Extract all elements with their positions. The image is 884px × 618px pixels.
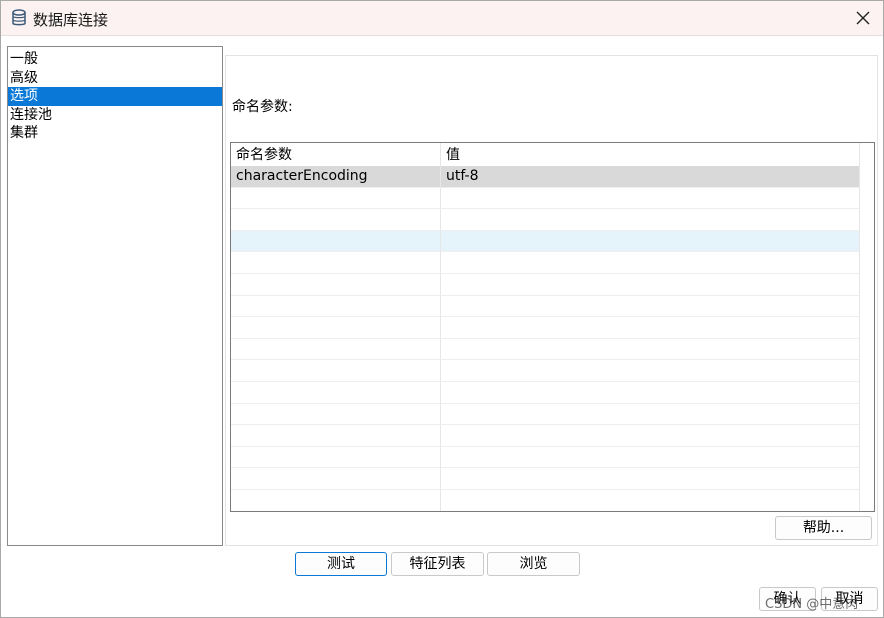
table-row[interactable] xyxy=(231,338,861,361)
column-header-value[interactable]: 值 xyxy=(441,143,861,166)
table-row[interactable] xyxy=(231,187,861,210)
sidebar-item-general[interactable]: 一般 xyxy=(8,50,222,69)
empty-cell[interactable] xyxy=(231,360,441,381)
param-value-cell[interactable]: utf-8 xyxy=(441,166,861,187)
help-button[interactable]: 帮助... xyxy=(775,516,872,540)
database-icon xyxy=(12,9,26,26)
table-row[interactable] xyxy=(231,273,861,296)
empty-cell[interactable] xyxy=(441,425,861,446)
column-header-name[interactable]: 命名参数 xyxy=(231,143,441,166)
empty-cell[interactable] xyxy=(441,447,861,468)
table-row[interactable] xyxy=(231,317,861,339)
empty-cell[interactable] xyxy=(231,468,441,489)
named-parameters-label: 命名参数: xyxy=(232,99,293,115)
empty-cell[interactable] xyxy=(231,252,441,273)
browse-button[interactable]: 浏览 xyxy=(487,552,580,576)
table-row[interactable] xyxy=(231,403,861,426)
empty-cell[interactable] xyxy=(441,360,861,381)
vertical-scrollbar[interactable] xyxy=(859,143,874,511)
table-row[interactable] xyxy=(231,446,861,469)
empty-cell[interactable] xyxy=(231,403,441,425)
table-row[interactable] xyxy=(231,489,861,511)
param-name-cell[interactable]: characterEncoding xyxy=(231,166,441,187)
table-header: 命名参数 值 xyxy=(231,143,861,166)
watermark: CSDN @中意肉 xyxy=(765,597,859,612)
database-connection-dialog: 数据库连接 一般 高级 选项 连接池 集群 命名参数: 命名参数 值 chara… xyxy=(0,0,884,618)
empty-cell[interactable] xyxy=(231,338,441,360)
empty-cell[interactable] xyxy=(441,296,861,317)
empty-cell[interactable] xyxy=(441,339,861,360)
table-row[interactable] xyxy=(231,230,861,253)
category-list: 一般 高级 选项 连接池 集群 xyxy=(7,46,223,546)
table-row[interactable] xyxy=(231,209,861,231)
empty-cell[interactable] xyxy=(441,404,861,425)
named-parameters-table[interactable]: 命名参数 值 characterEncoding utf-8 xyxy=(230,142,875,512)
sidebar-item-cluster[interactable]: 集群 xyxy=(8,124,222,143)
table-row[interactable] xyxy=(231,252,861,274)
sidebar-item-options[interactable]: 选项 xyxy=(8,87,222,106)
empty-cell[interactable] xyxy=(441,382,861,403)
empty-cell[interactable] xyxy=(441,317,861,338)
table-row[interactable] xyxy=(231,468,861,490)
table-row[interactable] xyxy=(231,295,861,318)
empty-cell[interactable] xyxy=(441,209,861,230)
empty-cell[interactable] xyxy=(231,446,441,468)
empty-cell[interactable] xyxy=(231,273,441,295)
title-bar: 数据库连接 xyxy=(1,1,883,36)
table-row[interactable] xyxy=(231,381,861,404)
window-title: 数据库连接 xyxy=(33,11,109,29)
sidebar-item-advanced[interactable]: 高级 xyxy=(8,69,222,88)
empty-cell[interactable] xyxy=(231,425,441,446)
empty-cell[interactable] xyxy=(441,252,861,273)
empty-cell[interactable] xyxy=(231,187,441,209)
close-button[interactable] xyxy=(849,5,877,31)
empty-cell[interactable] xyxy=(441,468,861,489)
table-body: characterEncoding utf-8 xyxy=(231,166,861,511)
empty-cell[interactable] xyxy=(231,381,441,403)
empty-cell[interactable] xyxy=(231,295,441,317)
empty-cell[interactable] xyxy=(441,490,861,511)
empty-cell[interactable] xyxy=(441,231,861,252)
empty-cell[interactable] xyxy=(231,317,441,338)
options-panel: 命名参数: 命名参数 值 characterEncoding utf-8 帮助.… xyxy=(225,55,878,546)
close-icon xyxy=(856,11,870,25)
empty-cell[interactable] xyxy=(231,489,441,511)
table-row[interactable] xyxy=(231,425,861,447)
empty-cell[interactable] xyxy=(231,230,441,252)
empty-cell[interactable] xyxy=(231,209,441,230)
empty-cell[interactable] xyxy=(441,188,861,209)
feature-list-button[interactable]: 特征列表 xyxy=(391,552,484,576)
test-button[interactable]: 测试 xyxy=(295,552,387,576)
table-row[interactable] xyxy=(231,360,861,382)
sidebar-item-connection-pool[interactable]: 连接池 xyxy=(8,106,222,125)
table-row[interactable]: characterEncoding utf-8 xyxy=(231,166,861,188)
empty-cell[interactable] xyxy=(441,274,861,295)
